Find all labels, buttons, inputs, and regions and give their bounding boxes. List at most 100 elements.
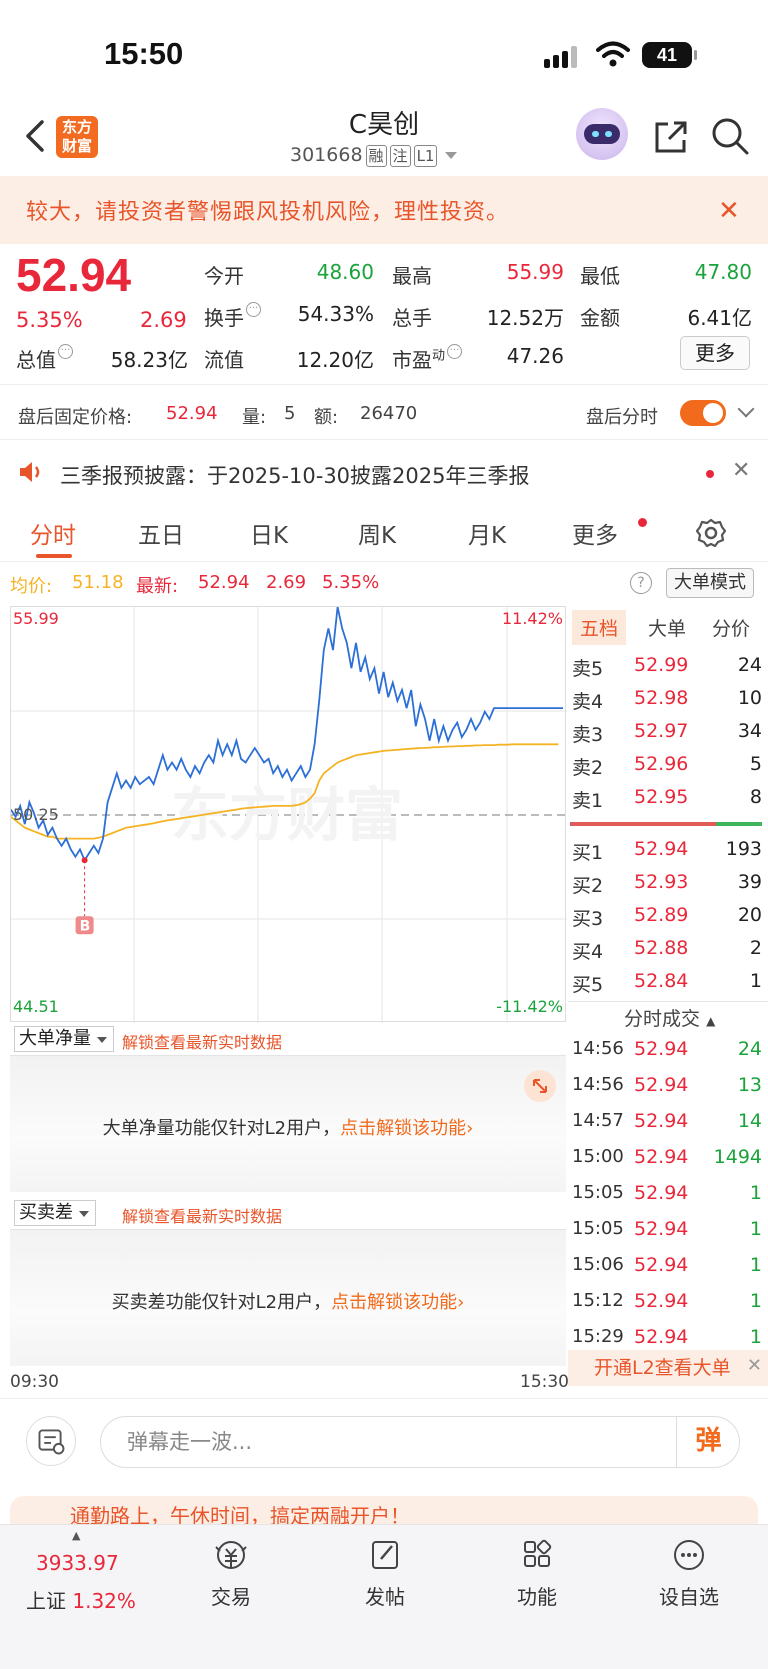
- bid-ask-diff-panel: 买卖差功能仅针对L2用户，点击解锁该功能›: [10, 1230, 566, 1366]
- field-value-low: 47.80: [694, 260, 752, 284]
- index-value: 3933.97: [36, 1551, 119, 1575]
- help-icon[interactable]: ?: [630, 572, 652, 594]
- nav-functions[interactable]: 功能: [492, 1537, 582, 1610]
- battery-icon: 41: [642, 42, 697, 68]
- buy-marker-dot: [81, 857, 88, 864]
- field-label-volume: 总手: [392, 306, 432, 330]
- notice-text: 三季报预披露：于2025-10-30披露2025年三季报: [60, 464, 530, 488]
- field-value-float: 12.20亿: [296, 348, 374, 372]
- latest-value: 52.94: [198, 572, 250, 593]
- unread-dot: [706, 470, 714, 478]
- big-order-mode-button[interactable]: 大单模式: [666, 568, 754, 598]
- after-hours-amt: 26470: [360, 403, 418, 424]
- ask-row: 卖5 52.99 24: [572, 654, 762, 680]
- ask-row: 卖4 52.98 10: [572, 687, 762, 713]
- chart-tabs: 分时 五日 日K 周K 月K 更多: [0, 506, 768, 562]
- field-label-turnover: 换手 ···: [204, 302, 261, 331]
- field-label-float: 流值: [204, 348, 244, 372]
- risk-text: 较大，请投资者警惕跟风投机风险，理性投资。: [26, 200, 510, 225]
- after-hours-label: 盘后固定价格:: [18, 407, 133, 428]
- status-bar: 15:50 41: [0, 0, 768, 100]
- unlock-feature-link[interactable]: 点击解锁该功能: [340, 1118, 466, 1139]
- bottom-nav: ▲ 3933.97 上证 1.32% 交易 发帖 功能 设自选: [0, 1524, 768, 1669]
- notice-bar[interactable]: 三季报预披露：于2025-10-30披露2025年三季报 ✕: [0, 440, 768, 504]
- trade-row: 15:00 52.94 1494: [572, 1146, 762, 1168]
- tab-daily-k[interactable]: 日K: [250, 516, 288, 550]
- search-icon[interactable]: [710, 116, 750, 156]
- risk-warning-banner: 较大，请投资者警惕跟风投机风险，理性投资。 ✕: [0, 176, 768, 244]
- after-hours-toggle[interactable]: [680, 400, 726, 426]
- field-label-high: 最高: [392, 264, 432, 288]
- stock-code: 301668: [290, 144, 363, 166]
- field-value-pe: 47.26: [506, 344, 564, 368]
- close-icon[interactable]: ✕: [718, 196, 740, 226]
- info-icon: ···: [58, 344, 73, 359]
- index-pct: 1.32%: [72, 1589, 136, 1613]
- l2-upgrade-banner[interactable]: 开通L2查看大单 ✕: [568, 1350, 768, 1386]
- latest-change: 2.69: [266, 572, 307, 593]
- trade-row: 14:57 52.94 14: [572, 1110, 762, 1132]
- chevron-down-icon[interactable]: [737, 400, 755, 418]
- y-min-label: 44.51: [13, 997, 59, 1016]
- tab-monthly-k[interactable]: 月K: [468, 516, 506, 550]
- tab-more[interactable]: 更多: [572, 516, 618, 550]
- trade-row: 15:05 52.94 1: [572, 1182, 762, 1204]
- clock: 15:50: [104, 36, 184, 71]
- indicator-select[interactable]: 大单净量: [14, 1026, 114, 1052]
- tab-intraday[interactable]: 分时: [30, 516, 76, 550]
- ask-row: 卖3 52.97 34: [572, 720, 762, 746]
- more-button[interactable]: 更多: [680, 336, 750, 370]
- danmaku-toggle-button[interactable]: 弹: [676, 1416, 740, 1468]
- danmaku-input[interactable]: 弹幕走一波...: [100, 1416, 740, 1468]
- y-mid-label: 50.25: [13, 805, 59, 824]
- gear-icon[interactable]: [696, 518, 726, 548]
- y-max-label: 55.99: [13, 609, 59, 628]
- expand-icon[interactable]: [524, 1070, 556, 1102]
- pct-max-label: 11.42%: [501, 609, 563, 628]
- field-label-amount: 金额: [580, 306, 620, 330]
- field-label-mktcap: 总值 ···: [16, 344, 73, 373]
- field-value-high: 55.99: [506, 260, 564, 284]
- danmaku-settings-icon[interactable]: [26, 1416, 76, 1466]
- big-order-net-panel: 大单净量功能仅针对L2用户，点击解锁该功能›: [10, 1056, 566, 1192]
- new-dot: [638, 518, 647, 527]
- tab-price-dist[interactable]: 分价: [712, 614, 750, 641]
- dropdown-icon: [445, 152, 458, 159]
- buy-marker-label: B: [80, 918, 91, 934]
- unlock-feature-link[interactable]: 点击解锁该功能: [331, 1292, 457, 1313]
- trade-row: 14:56 52.94 13: [572, 1074, 762, 1096]
- promo-strip[interactable]: 通勤路上，午休时间，搞定两融开户！: [10, 1496, 758, 1524]
- active-tab-indicator: [36, 554, 72, 558]
- index-name: 上证: [26, 1589, 66, 1613]
- indicator-select[interactable]: 买卖差: [14, 1200, 96, 1226]
- after-hours-chart-label: 盘后分时: [586, 407, 658, 428]
- trades-title[interactable]: 分时成交 ▲: [624, 1004, 715, 1031]
- ask-row: 卖1 52.95 8: [572, 786, 762, 812]
- tab-five-day[interactable]: 五日: [138, 516, 184, 550]
- unlock-link[interactable]: 解锁查看最新实时数据: [122, 1029, 282, 1053]
- field-value-volume: 12.52万: [486, 306, 564, 330]
- intraday-chart[interactable]: 东方财富 B 55.99 50.25 44.51 11.42% -11.42%: [10, 606, 567, 1023]
- bid-row: 买4 52.88 2: [572, 937, 762, 963]
- tab-big-orders[interactable]: 大单: [648, 614, 686, 641]
- stock-code-row[interactable]: 301668 融注 L1: [290, 144, 458, 167]
- share-icon[interactable]: [652, 118, 690, 156]
- assistant-robot-icon[interactable]: [576, 108, 628, 160]
- latest-pct: 5.35%: [322, 572, 380, 593]
- signal-icon: [544, 46, 580, 68]
- speaker-icon: [20, 462, 40, 482]
- l2-only-message: 大单净量功能仅针对L2用户，点击解锁该功能›: [102, 1118, 474, 1139]
- unlock-link[interactable]: 解锁查看最新实时数据: [122, 1203, 282, 1227]
- nav-trade[interactable]: 交易: [186, 1537, 276, 1610]
- buy-ratio-bar: [570, 822, 716, 826]
- close-icon[interactable]: ✕: [732, 458, 750, 483]
- tab-five-levels[interactable]: 五档: [572, 610, 627, 645]
- nav-add-watchlist[interactable]: 设自选: [644, 1537, 734, 1610]
- index-quote[interactable]: 3933.97 上证 1.32%: [26, 1551, 136, 1614]
- tab-weekly-k[interactable]: 周K: [358, 516, 396, 550]
- chart-summary: 均价: 51.18 最新: 52.94 2.69 5.35% ? 大单模式: [0, 562, 768, 606]
- nav-post[interactable]: 发帖: [340, 1537, 430, 1610]
- ask-row: 卖2 52.96 5: [572, 753, 762, 779]
- close-icon[interactable]: ✕: [747, 1348, 762, 1384]
- field-value-open: 48.60: [316, 260, 374, 284]
